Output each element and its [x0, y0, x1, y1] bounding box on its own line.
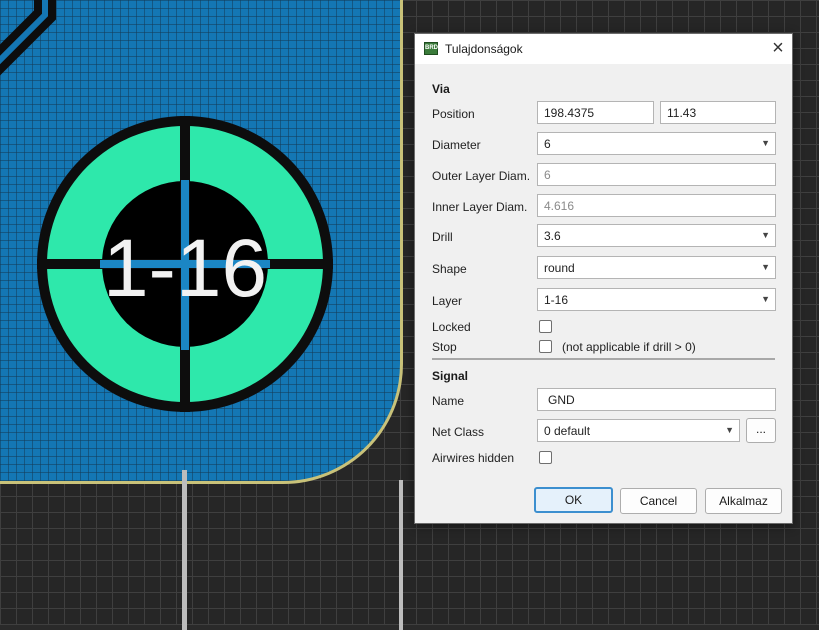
- signal-section-heading: Signal: [432, 369, 469, 383]
- properties-dialog: BRD Tulajdonságok × Via Position Diamete…: [414, 33, 793, 524]
- dialog-title: Tulajdonságok: [445, 42, 523, 56]
- dialog-titlebar[interactable]: BRD Tulajdonságok ×: [415, 34, 792, 64]
- airwires-hidden-label: Airwires hidden: [432, 451, 515, 465]
- drill-combo[interactable]: 3.6 ▼: [537, 224, 776, 247]
- chevron-down-icon: ▼: [725, 425, 734, 435]
- signal-name-input[interactable]: [537, 388, 776, 411]
- outer-diameter-label: Outer Layer Diam.: [432, 169, 531, 183]
- net-class-value: 0 default: [544, 424, 591, 438]
- locked-label: Locked: [432, 320, 471, 334]
- layer-combo[interactable]: 1-16 ▼: [537, 288, 776, 311]
- diameter-label: Diameter: [432, 138, 481, 152]
- layer-value: 1-16: [544, 293, 569, 307]
- net-class-label: Net Class: [432, 425, 485, 439]
- position-label: Position: [432, 107, 475, 121]
- position-y-input[interactable]: [660, 101, 776, 124]
- apply-button[interactable]: Alkalmaz: [705, 488, 782, 514]
- stop-checkbox[interactable]: [539, 340, 552, 353]
- close-icon[interactable]: ×: [768, 38, 788, 59]
- name-label: Name: [432, 394, 465, 408]
- inner-diameter-label: Inner Layer Diam.: [432, 200, 528, 214]
- chevron-down-icon: ▼: [761, 138, 770, 148]
- via-layer-label: 1-16: [103, 223, 267, 314]
- inner-diameter-field: [537, 194, 776, 217]
- cancel-button[interactable]: Cancel: [620, 488, 697, 514]
- locked-checkbox[interactable]: [539, 320, 552, 333]
- position-x-input[interactable]: [537, 101, 654, 124]
- stop-label: Stop: [432, 340, 457, 354]
- chevron-down-icon: ▼: [761, 230, 770, 240]
- net-class-combo[interactable]: 0 default ▼: [537, 419, 740, 442]
- shape-combo[interactable]: round ▼: [537, 256, 776, 279]
- bitmap-icon: BRD: [424, 42, 438, 55]
- drill-value: 3.6: [544, 229, 561, 243]
- ok-button[interactable]: OK: [534, 487, 613, 513]
- layer-label: Layer: [432, 294, 463, 308]
- via-section-heading: Via: [432, 82, 450, 96]
- chevron-down-icon: ▼: [761, 294, 770, 304]
- drill-label: Drill: [432, 230, 453, 244]
- net-class-more-button[interactable]: ...: [746, 418, 776, 443]
- via-graphic[interactable]: 1-16: [0, 0, 410, 625]
- section-divider: [432, 358, 775, 360]
- stop-note: (not applicable if drill > 0): [562, 340, 696, 354]
- diameter-value: 6: [544, 137, 551, 151]
- shape-label: Shape: [432, 262, 467, 276]
- diameter-combo[interactable]: 6 ▼: [537, 132, 776, 155]
- outer-diameter-field: [537, 163, 776, 186]
- airwires-hidden-checkbox[interactable]: [539, 451, 552, 464]
- shape-value: round: [544, 261, 575, 275]
- chevron-down-icon: ▼: [761, 262, 770, 272]
